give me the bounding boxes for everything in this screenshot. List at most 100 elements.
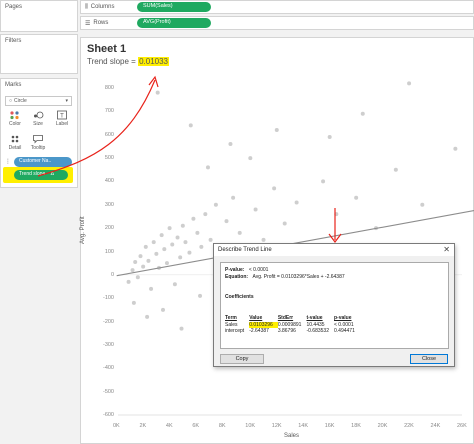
close-button[interactable]: Close	[410, 354, 448, 364]
coefficients-label: Coefficients	[225, 294, 254, 300]
coefficients-title: Coefficients	[225, 294, 444, 301]
scatter-point[interactable]	[203, 212, 208, 217]
scatter-point[interactable]	[407, 81, 412, 86]
x-tick-label: 0K	[113, 423, 120, 429]
describe-trend-line-dialog: Describe Trend Line ✕ P-value: < 0.0001 …	[213, 243, 455, 367]
coef-cell: 0.494471	[334, 328, 355, 334]
scatter-point[interactable]	[179, 326, 184, 331]
scatter-point[interactable]	[143, 244, 148, 249]
dialog-titlebar[interactable]: Describe Trend Line ✕	[214, 244, 454, 256]
red-arrow-to-caption	[37, 79, 156, 177]
scatter-point[interactable]	[151, 240, 156, 245]
scatter-point[interactable]	[195, 230, 200, 235]
scatter-point[interactable]	[294, 200, 299, 205]
scatter-point[interactable]	[205, 165, 210, 170]
y-tick-label: -600	[102, 412, 114, 418]
y-axis-title: Avg. Profit	[80, 216, 86, 244]
scatter-point[interactable]	[231, 195, 236, 200]
scatter-point[interactable]	[199, 244, 204, 249]
x-tick-label: 16K	[324, 423, 335, 429]
scatter-point[interactable]	[130, 268, 135, 273]
scatter-point[interactable]	[164, 261, 169, 266]
scatter-point[interactable]	[126, 279, 131, 284]
scatter-point[interactable]	[154, 251, 159, 256]
coef-cell: -0.683532	[306, 328, 329, 334]
x-tick-label: 12K	[271, 423, 282, 429]
pvalue-value: < 0.0001	[248, 267, 269, 273]
scatter-point[interactable]	[180, 223, 185, 228]
scatter-point[interactable]	[149, 286, 154, 291]
y-tick-label: -500	[102, 388, 114, 395]
coef-cell: intercept	[225, 328, 245, 334]
y-tick-label: 300	[104, 201, 114, 208]
y-tick-label: 0	[110, 271, 114, 278]
scatter-point[interactable]	[208, 237, 213, 242]
y-tick-label: -200	[102, 318, 114, 325]
x-tick-label: 20K	[377, 423, 388, 429]
scatter-point[interactable]	[138, 254, 143, 259]
coef-cell: 3.86796	[277, 328, 296, 334]
scatter-point[interactable]	[175, 235, 180, 240]
scatter-point[interactable]	[228, 142, 233, 147]
scatter-point[interactable]	[188, 123, 193, 128]
x-tick-label: 8K	[218, 423, 226, 429]
pvalue-label: P-value:	[225, 267, 245, 273]
coefficients-table: Term Value StdErr t-value p-value Sales …	[225, 315, 360, 335]
y-tick-label: 600	[104, 131, 114, 138]
scatter-point[interactable]	[131, 300, 136, 305]
scatter-point[interactable]	[145, 314, 150, 319]
scatter-point[interactable]	[172, 282, 177, 287]
scatter-point[interactable]	[133, 260, 138, 265]
scatter-point[interactable]	[327, 135, 332, 140]
x-tick-label: 6K	[192, 423, 200, 429]
scatter-point[interactable]	[162, 247, 167, 252]
y-tick-label: 200	[104, 225, 114, 232]
scatter-point[interactable]	[167, 226, 172, 231]
scatter-point[interactable]	[224, 219, 229, 224]
x-axis-title: Sales	[284, 433, 300, 439]
scatter-point[interactable]	[248, 156, 253, 161]
scatter-point[interactable]	[321, 179, 326, 184]
scatter-point[interactable]	[420, 202, 425, 207]
scatter-point[interactable]	[146, 258, 151, 263]
scatter-point[interactable]	[135, 275, 140, 280]
scatter-point[interactable]	[453, 146, 458, 151]
scatter-point[interactable]	[261, 237, 266, 242]
scatter-point[interactable]	[237, 230, 242, 235]
x-tick-label: 24K	[430, 423, 441, 429]
scatter-point[interactable]	[183, 240, 188, 245]
scatter-point[interactable]	[187, 250, 192, 255]
dialog-content: P-value: < 0.0001 Equation: Avg. Profit …	[220, 262, 449, 349]
x-tick-label: 4K	[165, 423, 173, 429]
scatter-point[interactable]	[354, 195, 359, 200]
scatter-point[interactable]	[282, 221, 287, 226]
scatter-point[interactable]	[274, 128, 279, 133]
scatter-point[interactable]	[253, 207, 258, 212]
equation-line: Equation: Avg. Profit = 0.0103296*Sales …	[225, 274, 444, 281]
y-tick-label: -100	[102, 295, 114, 302]
scatter-point[interactable]	[191, 216, 196, 221]
red-arrowhead-caption	[148, 75, 159, 88]
scatter-point[interactable]	[159, 233, 164, 238]
copy-button[interactable]: Copy	[220, 354, 264, 364]
x-tick-label: 14K	[298, 423, 309, 429]
y-tick-label: 800	[104, 85, 114, 91]
scatter-point[interactable]	[141, 264, 146, 269]
x-tick-label: 2K	[139, 423, 147, 429]
close-icon[interactable]: ✕	[443, 245, 450, 254]
dialog-title: Describe Trend Line	[218, 247, 272, 253]
scatter-point[interactable]	[178, 255, 183, 260]
scatter-point[interactable]	[198, 293, 203, 298]
coef-row-intercept: intercept -2.64387 3.86796 -0.683532 0.4…	[225, 328, 360, 335]
scatter-point[interactable]	[160, 307, 165, 312]
scatter-point[interactable]	[360, 111, 365, 116]
y-tick-label: 500	[104, 155, 114, 162]
scatter-chart	[37, 75, 474, 416]
tableau-workspace: Pages ⫼ Columns SUM(Sales) ☰ Rows AVG(Pr…	[0, 0, 474, 444]
scatter-point[interactable]	[170, 242, 175, 247]
x-tick-label: 18K	[351, 423, 361, 429]
scatter-point[interactable]	[393, 167, 398, 172]
scatter-point[interactable]	[155, 90, 160, 95]
scatter-point[interactable]	[272, 186, 277, 191]
scatter-point[interactable]	[213, 202, 218, 207]
